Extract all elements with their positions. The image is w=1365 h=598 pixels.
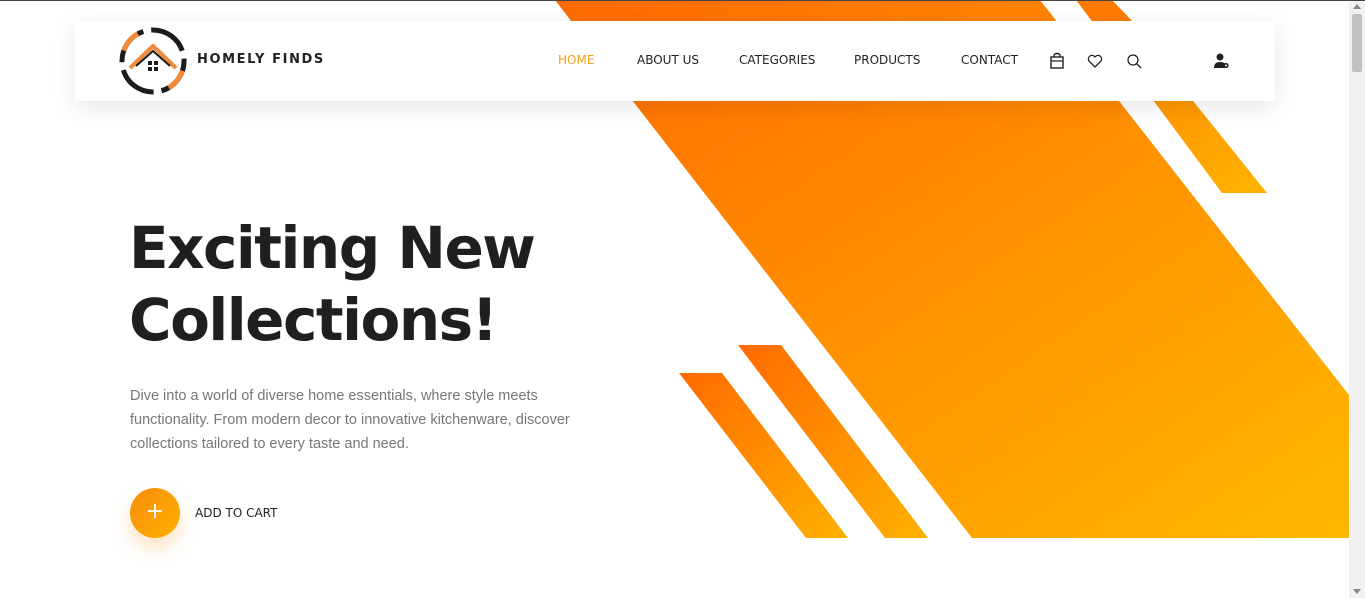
nav-contact[interactable]: CONTACT [961,53,1018,67]
scrollbar-thumb[interactable] [1352,14,1362,72]
homely-finds-logo[interactable] [118,26,188,96]
plus-icon: + [145,499,165,524]
hero-description: Dive into a world of diverse home essent… [130,388,570,452]
search-icon[interactable] [1125,52,1143,70]
scroll-up-arrow-icon[interactable] [1353,4,1361,9]
nav-products[interactable]: PRODUCTS [854,53,920,67]
window-top-border [0,0,1365,1]
add-to-cart-button[interactable]: + [130,488,180,538]
scroll-down-arrow-icon[interactable] [1353,589,1361,594]
add-to-cart-label[interactable]: ADD TO CART [195,506,277,520]
nav-categories[interactable]: CATEGORIES [739,53,815,67]
brand-name[interactable]: HOMELY FINDS [197,52,325,67]
nav-home[interactable]: HOME [558,53,594,67]
shopping-bag-icon[interactable] [1048,52,1066,70]
page-scrollbar[interactable] [1349,0,1365,598]
hero-title: Exciting New Collections! [129,212,689,356]
hero-title-line-1: Exciting New [129,214,536,282]
nav-about-us[interactable]: ABOUT US [637,53,699,67]
heart-icon[interactable] [1086,52,1104,70]
hero-title-line-2: Collections! [129,286,498,354]
user-icon[interactable] [1212,52,1230,70]
site-header: HOMELY FINDS HOME ABOUT US CATEGORIES PR… [75,21,1275,101]
